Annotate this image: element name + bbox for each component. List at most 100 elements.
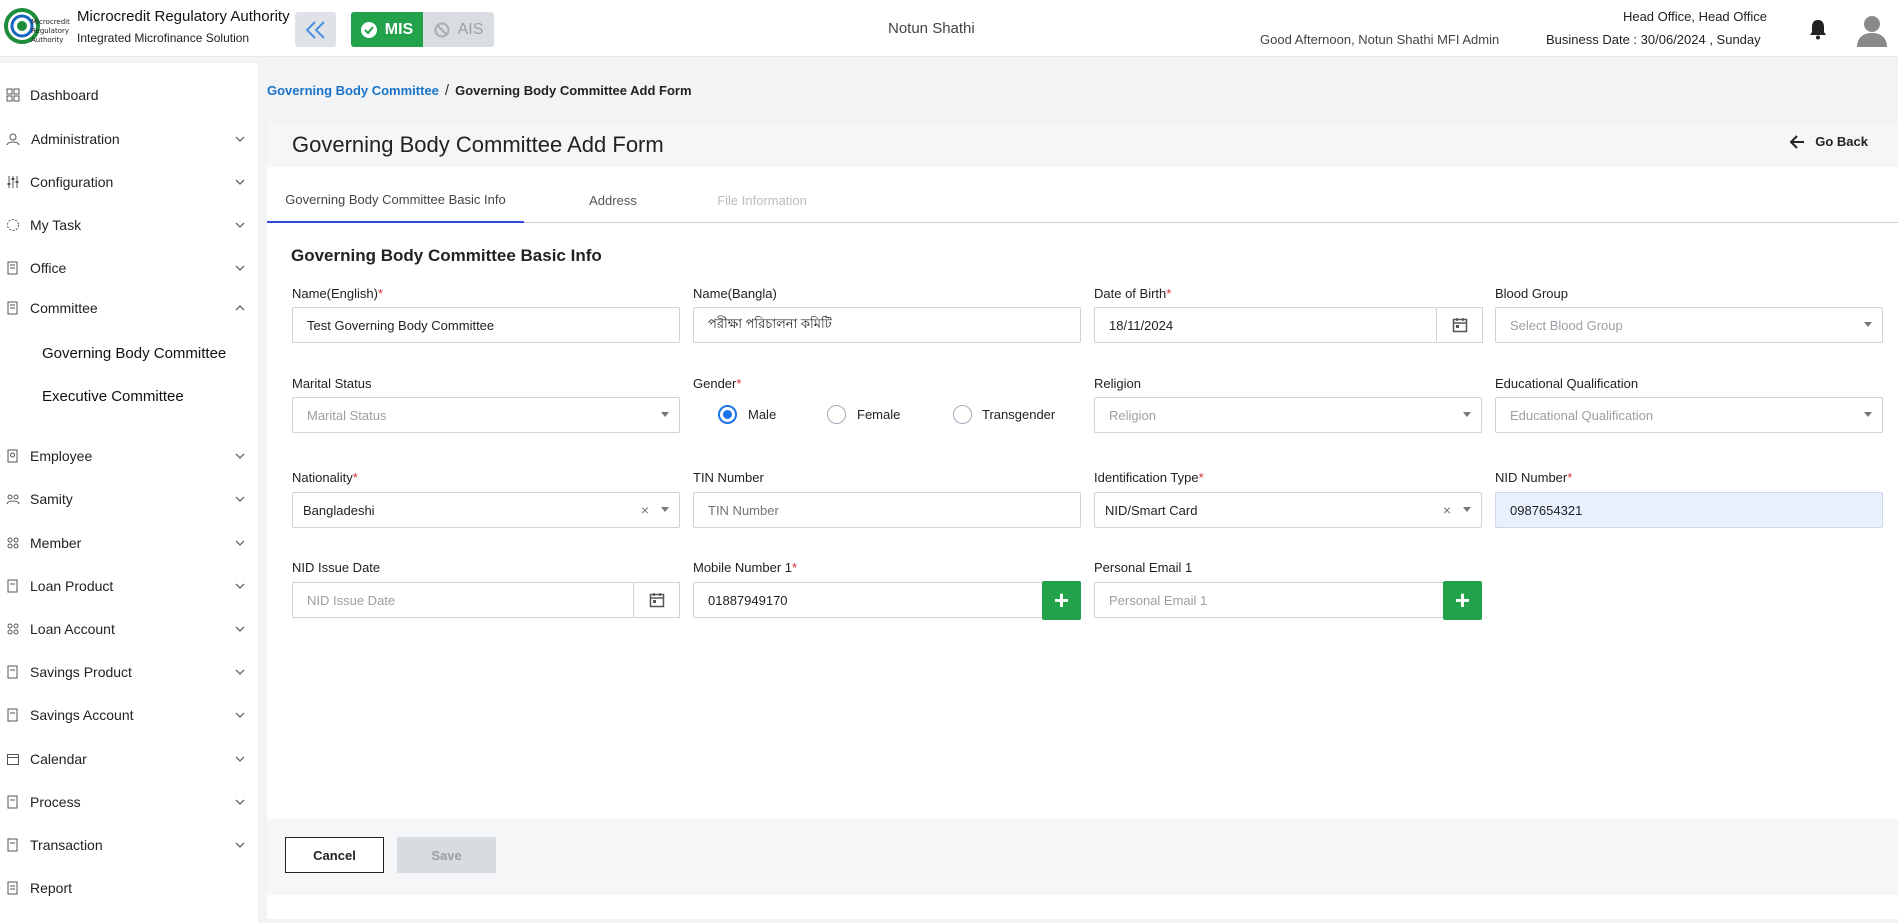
nid-issue-date-input[interactable]: NID Issue Date	[292, 582, 634, 618]
go-back-button[interactable]: Go Back	[1789, 134, 1868, 149]
chevron-down-icon	[235, 712, 245, 718]
sidebar-item-loan-product[interactable]: Loan Product	[0, 571, 258, 601]
user-avatar-icon[interactable]	[1856, 13, 1888, 47]
sidebar-collapse-button[interactable]	[295, 12, 336, 47]
savings-product-icon	[7, 665, 18, 679]
clear-icon[interactable]: ×	[641, 502, 649, 518]
plus-icon: +	[1053, 585, 1070, 615]
gender-female-radio[interactable]	[827, 405, 846, 424]
bell-icon[interactable]	[1808, 18, 1828, 40]
gender-label: Gender*	[693, 376, 742, 391]
mode-switch: MIS AIS	[351, 12, 494, 47]
education-select[interactable]: Educational Qualification	[1495, 397, 1883, 433]
blood-group-select[interactable]: Select Blood Group	[1495, 307, 1883, 343]
religion-placeholder: Religion	[1109, 407, 1156, 423]
gender-male-label: Male	[748, 407, 777, 422]
sidebar-item-administration[interactable]: Administration	[0, 124, 258, 154]
sidebar-item-label: Committee	[30, 300, 98, 316]
sidebar-subitem-governing-body-committee[interactable]: Governing Body Committee	[42, 345, 226, 362]
sidebar-item-label: Employee	[30, 448, 93, 464]
gender-transgender-label: Transgender	[982, 407, 1056, 422]
name-bangla-label: Name(Bangla)	[693, 286, 777, 301]
top-header: Microcredit Regulatory Authority Microcr…	[0, 0, 1898, 57]
cancel-button[interactable]: Cancel	[285, 837, 384, 873]
add-mobile-button[interactable]: +	[1042, 581, 1081, 620]
sidebar-subitem-executive-committee[interactable]: Executive Committee	[42, 388, 184, 405]
sidebar: Dashboard Administration Configuration M…	[0, 63, 258, 923]
svg-text:Authority: Authority	[31, 36, 63, 44]
clear-icon[interactable]: ×	[1443, 502, 1451, 518]
tab-address[interactable]: Address	[557, 178, 669, 223]
breadcrumb: Governing Body Committee / Governing Bod…	[267, 75, 692, 105]
name-bangla-input[interactable]: পরীক্ষা পরিচালনা কমিটি	[693, 307, 1081, 343]
tab-basic-info[interactable]: Governing Body Committee Basic Info	[267, 178, 524, 223]
sidebar-item-report[interactable]: Report	[0, 873, 258, 903]
save-button[interactable]: Save	[397, 837, 496, 873]
breadcrumb-link-parent[interactable]: Governing Body Committee	[267, 83, 439, 98]
ais-mode-button[interactable]: AIS	[423, 12, 494, 47]
sidebar-item-savings-account[interactable]: Savings Account	[0, 700, 258, 730]
marital-status-select[interactable]: Marital Status	[292, 397, 680, 433]
calendar-icon	[1452, 318, 1467, 333]
marital-status-placeholder: Marital Status	[307, 407, 387, 423]
sidebar-item-office[interactable]: Office	[0, 253, 258, 283]
religion-select[interactable]: Religion	[1094, 397, 1482, 433]
sidebar-item-loan-account[interactable]: Loan Account	[0, 614, 258, 644]
sidebar-item-transaction[interactable]: Transaction	[0, 830, 258, 860]
caret-down-icon	[1463, 507, 1471, 512]
form-tabs: Governing Body Committee Basic Info Addr…	[267, 178, 1898, 223]
sidebar-item-label: Loan Product	[30, 578, 114, 594]
caret-down-icon	[1463, 412, 1471, 417]
sidebar-item-member[interactable]: Member	[0, 528, 258, 558]
sidebar-item-employee[interactable]: Employee	[0, 441, 258, 471]
mis-label: MIS	[384, 20, 414, 38]
nid-number-label: NID Number*	[1495, 470, 1573, 485]
nationality-select[interactable]: Bangladeshi ×	[292, 492, 680, 528]
loan-product-icon	[7, 579, 18, 593]
sidebar-item-dashboard[interactable]: Dashboard	[0, 80, 258, 110]
date-of-birth-input[interactable]: 18/11/2024	[1094, 307, 1437, 343]
name-english-input[interactable]: Test Governing Body Committee	[292, 307, 680, 343]
sidebar-item-configuration[interactable]: Configuration	[0, 167, 258, 197]
nid-issue-calendar-button[interactable]	[634, 582, 680, 618]
add-email-button[interactable]: +	[1443, 581, 1482, 620]
identification-type-select[interactable]: NID/Smart Card ×	[1094, 492, 1482, 528]
name-english-label: Name(English)*	[292, 286, 384, 301]
chevron-down-icon	[235, 453, 245, 459]
nationality-value: Bangladeshi	[303, 502, 375, 518]
mra-logo: Microcredit Regulatory Authority	[4, 8, 70, 44]
calendar-icon	[7, 754, 19, 765]
sidebar-item-savings-product[interactable]: Savings Product	[0, 657, 258, 687]
sidebar-item-label: Configuration	[30, 174, 114, 190]
dob-calendar-button[interactable]	[1437, 307, 1483, 343]
sidebar-item-calendar[interactable]: Calendar	[0, 744, 258, 774]
nid-issue-date-label: NID Issue Date	[292, 560, 381, 575]
mobile-number-input[interactable]: 01887949170	[693, 582, 1043, 618]
chevron-down-icon	[235, 265, 245, 271]
identification-type-value: NID/Smart Card	[1105, 502, 1198, 518]
mis-mode-button[interactable]: MIS	[351, 12, 423, 47]
tin-number-input[interactable]	[693, 492, 1081, 528]
sidebar-item-committee[interactable]: Committee	[0, 293, 258, 323]
education-label: Educational Qualification	[1495, 376, 1639, 391]
config-icon	[7, 176, 19, 188]
education-placeholder: Educational Qualification	[1510, 407, 1654, 423]
gender-male-radio[interactable]	[718, 405, 737, 424]
savings-account-icon	[7, 708, 18, 722]
personal-email-label: Personal Email 1	[1094, 560, 1193, 575]
admin-icon	[6, 133, 20, 146]
caret-down-icon	[661, 412, 669, 417]
check-circle-icon	[360, 21, 377, 38]
sidebar-item-my-task[interactable]: My Task	[0, 210, 258, 240]
personal-email-input[interactable]: Personal Email 1	[1094, 582, 1444, 618]
sidebar-item-samity[interactable]: Samity	[0, 484, 258, 514]
nid-number-input[interactable]: 0987654321	[1495, 492, 1883, 528]
chevron-down-icon	[235, 540, 245, 546]
caret-down-icon	[661, 507, 669, 512]
double-chevron-left-icon	[305, 20, 325, 39]
sidebar-item-process[interactable]: Process	[0, 787, 258, 817]
gender-transgender-radio[interactable]	[953, 405, 972, 424]
caret-down-icon	[1864, 412, 1872, 417]
greeting-text: Good Afternoon, Notun Shathi MFI Admin	[1260, 32, 1500, 47]
chevron-down-icon	[235, 669, 245, 675]
